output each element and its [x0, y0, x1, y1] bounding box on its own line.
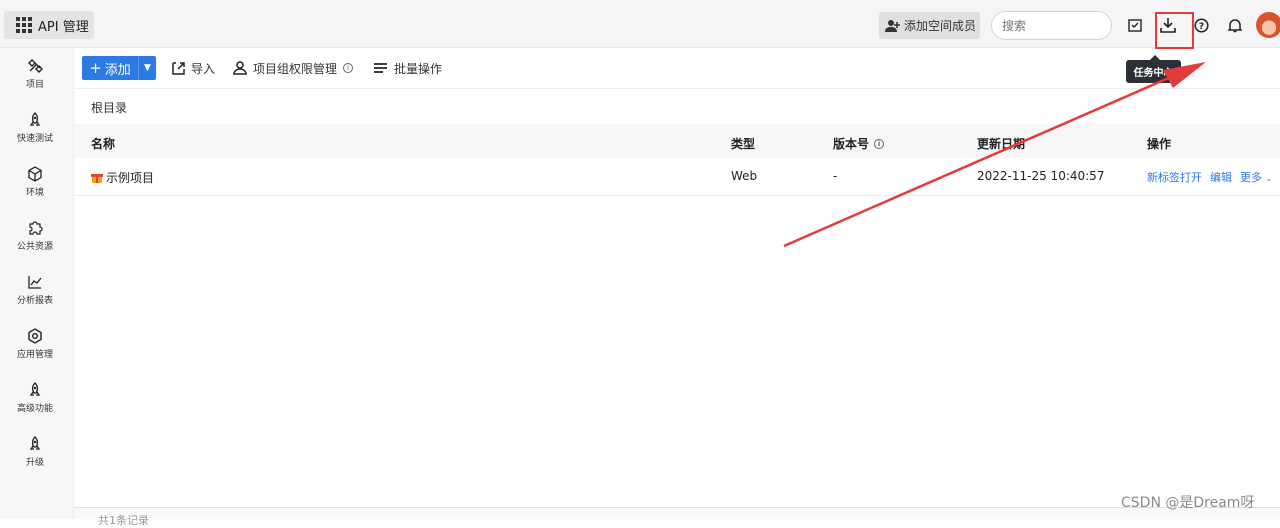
batch-button[interactable]: 批量操作 — [373, 58, 442, 78]
sidebar-item-label: 公共资源 — [16, 242, 53, 252]
permission-button[interactable]: 项目组权限管理 i — [233, 58, 354, 78]
app-menu-button[interactable]: API 管理 — [4, 11, 94, 39]
info-icon[interactable]: i — [343, 63, 354, 73]
add-button[interactable]: + 添加 ▼ — [82, 56, 156, 80]
watermark: CSDN @是Dream呀 — [1121, 495, 1255, 511]
type-cell: Web — [731, 169, 758, 183]
add-member-button[interactable]: 添加空间成员 — [879, 12, 980, 39]
gift-icon — [91, 173, 103, 183]
task-check-icon[interactable] — [1125, 14, 1145, 36]
grid-icon — [16, 17, 32, 33]
project-icon — [28, 59, 43, 73]
more-label: 更多 — [1240, 171, 1262, 184]
import-icon — [172, 61, 185, 75]
add-user-icon — [885, 19, 900, 32]
import-label: 导入 — [191, 61, 216, 76]
breadcrumb[interactable]: 根目录 — [91, 99, 127, 116]
more-dropdown[interactable]: 更多 ⌄ — [1240, 169, 1272, 185]
svg-text:?: ? — [1198, 22, 1203, 32]
rocket-icon — [29, 382, 41, 396]
sidebar-item-advanced[interactable]: 高级功能 — [0, 376, 70, 420]
user-icon — [233, 61, 247, 75]
search-input[interactable] — [991, 11, 1112, 40]
sidebar-item-environment[interactable]: 环境 — [0, 160, 70, 204]
toolbar: + 添加 ▼ 导入 项目组权限管理 i 批量操作 — [74, 48, 1280, 89]
add-member-label: 添加空间成员 — [904, 19, 977, 33]
add-label: 添加 — [104, 62, 131, 78]
sidebar-item-project[interactable]: 项目 — [0, 52, 70, 98]
record-count: 共1条记录 — [98, 514, 149, 527]
add-main-button[interactable]: + 添加 — [82, 56, 138, 80]
puzzle-icon — [29, 221, 43, 235]
project-name[interactable]: 示例项目 — [106, 169, 154, 186]
sidebar: 项目 快速测试 环境 公共资源 分析报表 应用管理 高级功能 升级 — [0, 48, 74, 519]
sidebar-item-label: 环境 — [25, 188, 44, 198]
gear-icon — [28, 328, 42, 344]
updated-cell: 2022-11-25 10:40:57 — [977, 169, 1105, 183]
highlight-box — [1155, 12, 1194, 49]
table-header: 名称 类型 版本号 i 更新日期 操作 — [74, 124, 1280, 158]
sidebar-item-label: 快速测试 — [16, 134, 53, 144]
app-title: API 管理 — [38, 19, 89, 35]
column-header-version-label: 版本号 — [833, 137, 870, 151]
environment-icon — [28, 166, 42, 182]
sidebar-item-label: 应用管理 — [16, 350, 53, 360]
help-icon[interactable]: ? — [1191, 14, 1211, 36]
chevron-down-icon: ⌄ — [1265, 174, 1273, 183]
sidebar-item-upgrade[interactable]: 升级 — [0, 430, 70, 474]
permission-label: 项目组权限管理 — [253, 61, 338, 76]
project-name-cell[interactable]: 示例项目 — [91, 169, 154, 186]
table-row[interactable]: 示例项目 Web - 2022-11-25 10:40:57 新标签打开 编辑 … — [74, 158, 1280, 196]
batch-label: 批量操作 — [394, 61, 443, 76]
edit-link[interactable]: 编辑 — [1210, 169, 1232, 185]
import-button[interactable]: 导入 — [172, 58, 215, 78]
actions-cell: 新标签打开 编辑 更多 ⌄ — [1147, 169, 1272, 185]
avatar[interactable] — [1256, 12, 1280, 38]
rocket-icon — [29, 112, 41, 126]
sidebar-item-quick-test[interactable]: 快速测试 — [0, 106, 70, 150]
bell-icon[interactable] — [1225, 14, 1245, 36]
sidebar-item-app-management[interactable]: 应用管理 — [0, 322, 70, 366]
column-header-name: 名称 — [91, 137, 116, 151]
column-header-version: 版本号 i — [833, 135, 885, 152]
sidebar-item-label: 高级功能 — [16, 404, 53, 414]
table-footer: 共1条记录 — [74, 507, 1280, 527]
chart-icon — [28, 276, 42, 289]
rocket-icon — [29, 436, 41, 450]
add-dropdown-caret[interactable]: ▼ — [138, 56, 156, 80]
column-header-updated: 更新日期 — [977, 137, 1026, 151]
sidebar-item-label: 升级 — [25, 458, 44, 468]
sidebar-item-label: 项目 — [25, 80, 44, 90]
column-header-type: 类型 — [731, 137, 756, 151]
column-header-actions: 操作 — [1147, 137, 1172, 151]
sidebar-item-label: 分析报表 — [16, 296, 53, 306]
version-cell: - — [833, 169, 838, 183]
top-bar: API 管理 添加空间成员 ? — [0, 0, 1280, 48]
plus-icon: + — [89, 59, 102, 77]
open-new-tab-link[interactable]: 新标签打开 — [1147, 169, 1202, 185]
sidebar-item-reports[interactable]: 分析报表 — [0, 268, 70, 312]
list-icon — [374, 62, 387, 73]
info-icon[interactable]: i — [874, 138, 885, 149]
sidebar-item-public-resources[interactable]: 公共资源 — [0, 214, 70, 258]
